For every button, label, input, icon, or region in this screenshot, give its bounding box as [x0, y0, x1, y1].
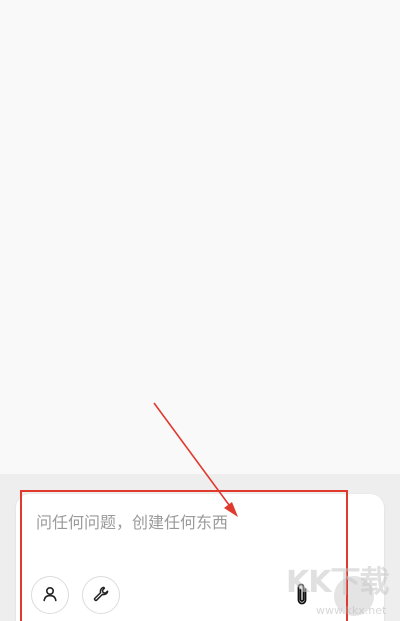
prompt-input[interactable] [36, 510, 356, 534]
chat-content-area [0, 0, 400, 474]
tools-button[interactable] [82, 576, 120, 614]
profile-button[interactable] [31, 576, 69, 614]
attach-button[interactable] [289, 580, 315, 610]
prompt-composer [16, 494, 384, 621]
person-icon [41, 585, 59, 606]
app-screen: KK下载 www.kkx.net [0, 0, 400, 621]
paperclip-icon [293, 581, 311, 610]
wrench-icon [92, 585, 110, 606]
send-button[interactable] [334, 576, 374, 616]
